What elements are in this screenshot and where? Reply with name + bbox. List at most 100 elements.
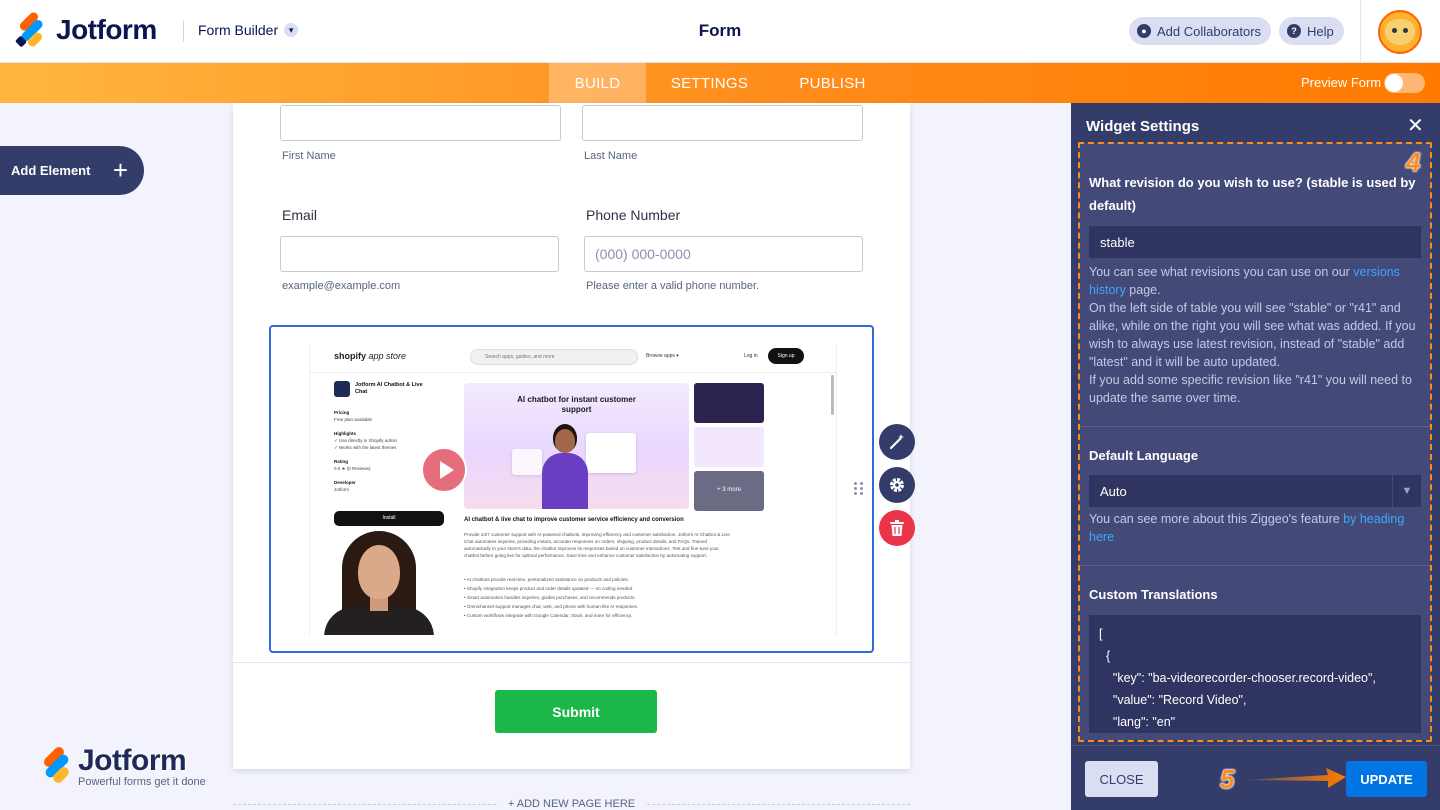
hero-person [542,429,588,509]
gear-icon [890,478,904,492]
store-developer-label: Developer [334,480,356,485]
settings-scroll-area[interactable]: What revision do you wish to use? (stabl… [1079,143,1431,740]
avatar-divider [1360,0,1361,63]
avatar-face-icon [1385,19,1415,45]
header-divider [183,20,184,42]
first-name-input[interactable] [280,105,561,141]
update-button[interactable]: UPDATE [1346,761,1427,797]
shopify-logo: shopify app store [334,351,406,361]
store-rating-value: 0.0 ★ (0 Reviews) [334,466,371,471]
store-bullet: • Omnichannel support manages chat, web,… [464,604,639,609]
store-pricing-value: Free plan available [334,417,373,422]
widget-settings-panel: Widget Settings ✕ What revision do you w… [1071,103,1440,810]
widget-preview-image: shopify app store Search apps, guides, a… [309,343,837,635]
store-pricing-label: Pricing [334,410,350,415]
store-install: Install [334,511,444,526]
play-icon [421,447,467,493]
store-thumb [694,427,764,467]
tab-settings[interactable]: SETTINGS [653,63,766,103]
store-thumb-more: + 3 more [717,487,741,493]
close-button[interactable]: CLOSE [1085,761,1158,797]
builder-nav: BUILD SETTINGS PUBLISH Preview Form [0,63,1440,103]
step-annotation-5: 5 [1220,764,1235,794]
form-divider [233,662,910,663]
delete-button[interactable] [879,510,915,546]
add-element-label: Add Element [11,163,91,178]
store-highlight: ✓ Works with the latest themes [334,445,397,450]
phone-placeholder: (000) 000-0000 [595,246,691,262]
revision-label: What revision do you wish to use? (stabl… [1089,175,1416,213]
custom-translations-textarea[interactable]: [ { "key": "ba-videorecorder-chooser.rec… [1089,615,1421,733]
revision-help-text: page. [1125,283,1161,297]
email-sublabel: example@example.com [282,280,401,292]
video-presenter [320,529,438,635]
default-language-select[interactable]: Auto ▼ [1089,475,1421,507]
watermark-text: Jotform [78,744,187,777]
add-collaborators-button[interactable]: ● Add Collaborators [1129,17,1272,45]
email-label: Email [282,207,318,223]
video-widget[interactable]: shopify app store Search apps, guides, a… [269,325,874,653]
jotform-logo-icon [14,10,46,49]
store-logo-suffix: app store [368,351,407,361]
first-name-sublabel: First Name [282,150,336,162]
store-highlights-label: Highlights [334,431,356,436]
hero-card [586,433,636,473]
store-highlight: ✓ Use directly in Shopify admin [334,438,398,443]
app-icon [334,381,350,397]
default-language-value: Auto [1100,483,1127,499]
default-language-label: Default Language [1089,448,1199,463]
store-signup: Sign up [768,348,804,364]
hero-card [512,449,542,475]
store-thumb: + 3 more [694,471,764,511]
close-icon[interactable]: ✕ [1407,116,1424,136]
logo-text: Jotform [56,14,157,45]
panel-footer-divider [1071,745,1440,746]
language-help: You can see more about this Ziggeo's fea… [1089,510,1419,546]
section-divider [1079,426,1431,427]
chevron-down-icon: ▾ [284,23,299,37]
add-new-page-button[interactable]: + ADD NEW PAGE HERE [233,798,910,810]
revision-help-text: On the left side of table you will see "… [1089,301,1416,369]
form-canvas: First Name Last Name Email Phone Number … [233,103,910,769]
store-search: Search apps, guides, and more [470,349,638,365]
revision-help-text: If you add some specific revision like "… [1089,373,1412,405]
top-bar: Jotform Form Builder ▾ Form ● Add Collab… [0,0,1440,63]
add-page-label: + ADD NEW PAGE HERE [497,798,646,810]
store-logo-name: shopify [334,351,367,361]
help-button[interactable]: ? Help [1279,17,1344,45]
store-section-title: AI chatbot & live chat to improve custom… [464,517,684,523]
jotform-logo[interactable]: Jotform [14,10,157,49]
add-element-button[interactable]: Add Element + [0,146,144,195]
step-annotation-4: 4 [1406,147,1421,177]
store-hero-title: AI chatbot for instant customer support [517,395,636,414]
submit-button[interactable]: Submit [495,690,657,733]
store-scrollbar [831,375,834,415]
gear-button[interactable] [879,467,915,503]
store-bullet: • Smart automation handles inquiries, gu… [464,595,636,600]
revision-help: You can see what revisions you can use o… [1089,263,1419,407]
email-input[interactable] [280,236,559,272]
store-bullet: • Custom workflows integrate with Google… [464,613,633,618]
language-help-text: You can see more about this Ziggeo's fea… [1089,512,1344,526]
store-browse: Browse apps ▾ [646,353,679,359]
custom-translations-label: Custom Translations [1089,587,1218,602]
preview-form-toggle[interactable] [1384,73,1425,93]
tab-build[interactable]: BUILD [549,63,646,103]
revision-input[interactable]: stable [1089,226,1421,258]
magic-wand-button[interactable] [879,424,915,460]
store-paragraph: Provide 24/7 customer support with AI-po… [464,532,730,558]
store-app-name: Jotform AI Chatbot & Live Chat [355,382,423,395]
last-name-sublabel: Last Name [584,150,638,162]
watermark-tagline: Powerful forms get it done [78,776,206,788]
magic-wand-icon [889,434,904,450]
avatar[interactable] [1378,10,1422,54]
arrow-right-icon [1246,768,1346,788]
store-header: shopify app store Search apps, guides, a… [310,343,836,373]
plus-icon: + [112,155,128,185]
add-collaborators-label: Add Collaborators [1157,23,1262,39]
drag-handle-icon[interactable] [854,482,864,496]
last-name-input[interactable] [582,105,863,141]
form-builder-dropdown[interactable]: Form Builder ▾ [198,22,299,38]
tab-publish[interactable]: PUBLISH [780,63,885,103]
phone-input[interactable]: (000) 000-0000 [584,236,863,272]
